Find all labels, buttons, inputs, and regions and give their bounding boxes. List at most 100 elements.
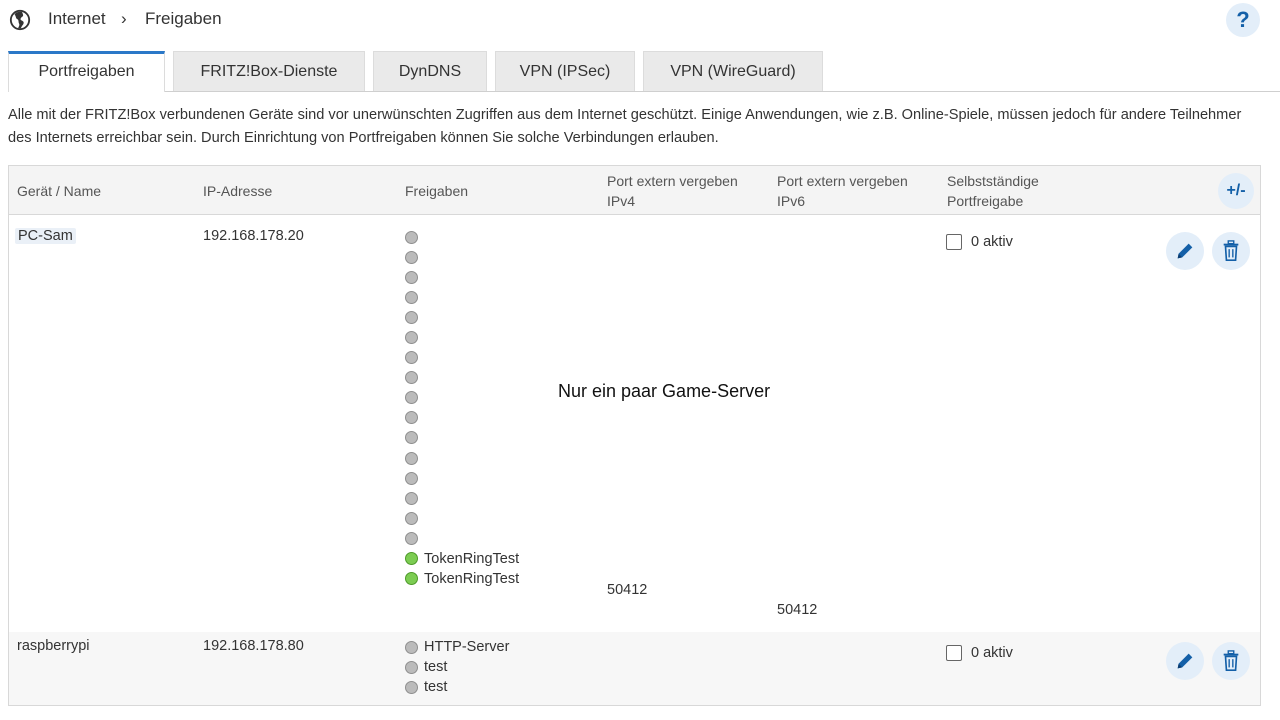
status-dot-icon [405,250,418,264]
tab-vpn-ipsec[interactable]: VPN (IPSec) [495,51,635,91]
header-ip: IP-Adresse [203,183,273,199]
tab-divider [165,91,1280,92]
status-dot-icon [405,411,418,425]
header-self-line1: Selbstständige [947,173,1039,189]
breadcrumb-internet[interactable]: Internet [48,9,106,29]
header-port-ipv6-line2: IPv6 [777,193,806,209]
trash-icon [1223,240,1239,261]
tab-vpn-wireguard[interactable]: VPN (WireGuard) [643,51,823,91]
status-dot-icon [405,270,418,284]
rule-label: TokenRingTest [424,570,520,587]
port-ipv4-value: 50412 [607,582,648,598]
trash-icon [1223,650,1239,671]
rule-item [405,448,519,468]
rule-list: HTTP-Server test test [405,637,509,697]
tab-dyndns[interactable]: DynDNS [373,51,487,91]
header-port-ipv4: Port extern vergeben IPv4 [607,171,738,211]
pencil-icon [1177,243,1193,259]
status-dot-icon [405,290,418,304]
device-name[interactable]: PC-Sam [15,228,76,244]
rule-item [405,368,519,388]
status-dot-icon [405,391,418,405]
rule-item [405,327,519,347]
status-dot-icon [405,230,418,244]
status-dot-icon [405,531,418,545]
add-rule-button[interactable]: +/- [1218,173,1254,209]
edit-button[interactable] [1166,642,1204,680]
rule-item: TokenRingTest [405,569,519,589]
header-port-ipv6: Port extern vergeben IPv6 [777,171,908,211]
header-shares: Freigaben [405,183,469,199]
rule-label: test [424,659,448,676]
status-dot-icon [405,471,418,485]
breadcrumb-freigaben: Freigaben [145,9,222,28]
table-row: raspberrypi 192.168.178.80 HTTP-Server te… [9,632,1260,705]
header-device: Gerät / Name [17,183,102,199]
rule-item [405,428,519,448]
overlay-annotation: Nur ein paar Game-Server [558,381,771,401]
device-ip: 192.168.178.80 [203,638,304,654]
edit-button[interactable] [1166,232,1204,270]
plus-minus-icon: +/- [1226,182,1246,199]
rule-item [405,408,519,428]
rule-item [405,348,519,368]
self-forwarding-toggle[interactable]: 0 aktiv [946,645,1013,661]
rule-item [405,388,519,408]
rule-item: TokenRingTest [405,549,519,569]
rule-item [405,287,519,307]
rule-list: TokenRingTest TokenRingTest [405,227,519,589]
self-forwarding-label: 0 aktiv [971,234,1013,250]
delete-button[interactable] [1212,642,1250,680]
status-dot-icon [405,552,418,566]
status-dot-icon [405,331,418,345]
header-port-ipv6-line1: Port extern vergeben [777,173,908,189]
rule-item [405,508,519,528]
status-dot-icon [405,572,418,586]
checkbox[interactable] [946,645,962,661]
rule-item: test [405,677,509,697]
header-self-forwarding: Selbstständige Portfreigabe [947,171,1039,211]
rule-label: TokenRingTest [424,550,520,567]
rule-item: HTTP-Server [405,637,509,657]
rule-item [405,227,519,247]
header-self-line2: Portfreigabe [947,193,1024,209]
pencil-icon [1177,653,1193,669]
rule-item [405,307,519,327]
status-dot-icon [405,371,418,385]
table-header: Gerät / Name IP-Adresse Freigaben Port e… [9,166,1260,215]
header-port-ipv4-line1: Port extern vergeben [607,173,738,189]
status-dot-icon [405,310,418,324]
help-button[interactable]: ? [1226,3,1260,37]
tab-portfreigaben[interactable]: Portfreigaben [8,51,165,92]
status-dot-icon [405,431,418,445]
device-name[interactable]: raspberrypi [17,638,90,654]
rule-item [405,488,519,508]
self-forwarding-toggle[interactable]: 0 aktiv [946,234,1013,250]
tab-fritzbox-dienste[interactable]: FRITZ!Box-Dienste [173,51,365,91]
status-dot-icon [405,451,418,465]
status-dot-icon [405,660,418,674]
table-row: PC-Sam 192.168.178.20 TokenRingTest Token… [9,215,1260,632]
port-ipv6-value: 50412 [777,602,818,618]
breadcrumb-separator: › [121,9,127,28]
delete-button[interactable] [1212,232,1250,270]
rule-item [405,247,519,267]
rule-label: HTTP-Server [424,639,510,656]
rule-label: test [424,679,448,696]
status-dot-icon [405,640,418,654]
intro-text: Alle mit der FRITZ!Box verbundenen Gerät… [8,107,1242,146]
checkbox[interactable] [946,234,962,250]
device-ip: 192.168.178.20 [203,228,304,244]
rule-item [405,267,519,287]
rule-item: test [405,657,509,677]
self-forwarding-label: 0 aktiv [971,645,1013,661]
rule-item [405,468,519,488]
rule-item [405,528,519,548]
globe-icon [9,9,31,31]
status-dot-icon [405,491,418,505]
status-dot-icon [405,511,418,525]
status-dot-icon [405,680,418,694]
header-port-ipv4-line2: IPv4 [607,193,636,209]
status-dot-icon [405,351,418,365]
port-forwarding-table: Gerät / Name IP-Adresse Freigaben Port e… [8,165,1261,706]
